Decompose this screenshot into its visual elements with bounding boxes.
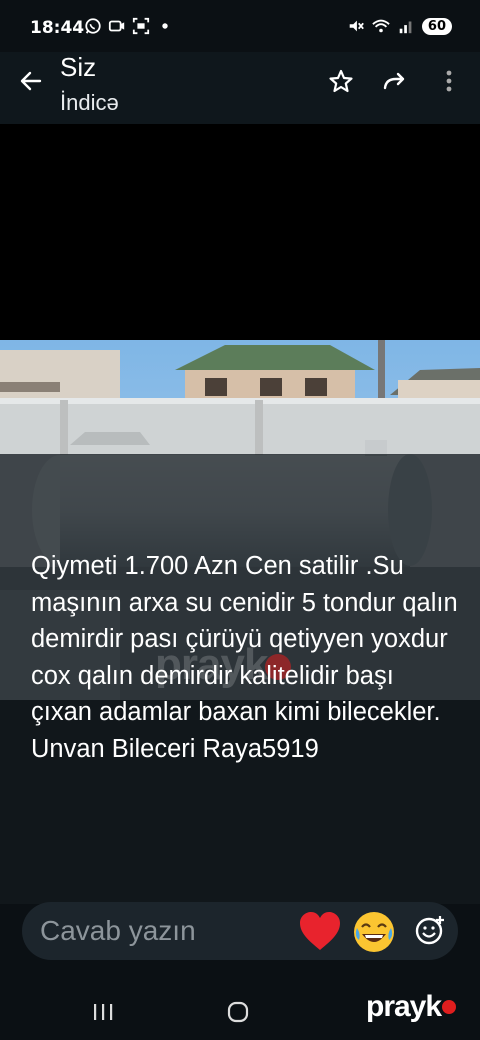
story-owner-title: Siz — [60, 52, 97, 82]
home-icon[interactable] — [226, 1000, 250, 1024]
header-actions — [328, 68, 462, 94]
status-time: 18:44 — [30, 18, 85, 38]
mute-icon — [349, 20, 364, 32]
screenshot-icon — [132, 17, 150, 35]
dot-icon — [162, 23, 168, 29]
status-right-icons: 60 — [347, 17, 452, 35]
star-icon[interactable] — [328, 68, 354, 94]
reply-input[interactable] — [40, 912, 290, 950]
wifi-icon — [372, 19, 390, 33]
reply-bar — [22, 902, 458, 960]
add-emoji-icon[interactable] — [414, 914, 446, 946]
recent-apps-icon[interactable] — [92, 1002, 114, 1022]
story-caption: Qiymeti 1.700 Azn Cen satilir .Su maşını… — [31, 552, 458, 763]
battery-badge: 60 — [421, 17, 452, 35]
system-nav-bar: prayk — [0, 980, 480, 1040]
camera-icon — [108, 20, 125, 32]
back-arrow-icon[interactable] — [18, 68, 44, 94]
forward-icon[interactable] — [382, 68, 408, 94]
laughing-reaction-icon[interactable] — [352, 910, 396, 954]
story-header: Siz İndicə — [0, 52, 480, 124]
heart-reaction-icon[interactable] — [298, 910, 342, 952]
brand-dot-icon — [442, 1000, 457, 1014]
signal-icon — [399, 21, 412, 34]
story-media[interactable]: prayk Qiymeti 1.700 Azn Cen satilir .Su … — [0, 124, 480, 904]
status-left-icons — [84, 17, 174, 35]
brand-logo-text: prayk — [366, 990, 442, 1023]
more-options-icon[interactable] — [436, 68, 462, 94]
status-bar: 18:44 60 — [0, 0, 480, 52]
brand-logo: prayk — [366, 990, 457, 1024]
story-time-subtitle: İndicə — [60, 90, 119, 115]
whatsapp-icon — [85, 18, 101, 34]
